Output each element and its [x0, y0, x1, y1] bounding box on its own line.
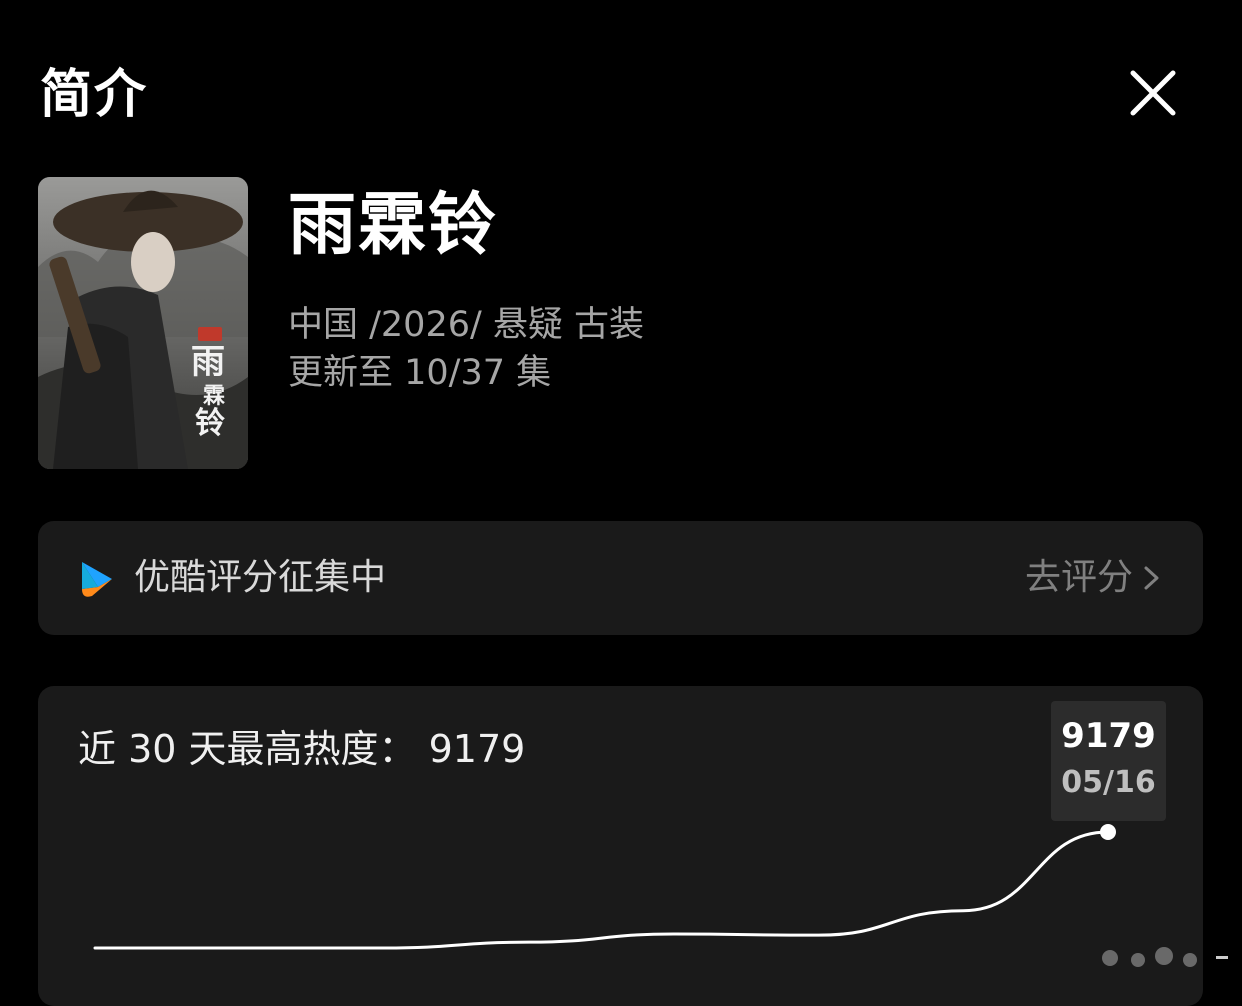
chart-tooltip: 9179 05/16	[1051, 701, 1166, 821]
show-title: 雨霖铃	[288, 186, 499, 265]
tooltip-date: 05/16	[1061, 765, 1156, 800]
chevron-right-icon	[1141, 560, 1163, 596]
show-meta-info: 中国 /2026/ 悬疑 古装	[288, 305, 645, 345]
poster-image[interactable]: 雨 霖 铃	[38, 177, 248, 469]
rating-card[interactable]: 优酷评分征集中 去评分	[38, 521, 1203, 635]
heat-card: 近 30 天最高热度： 9179 9179 05/16	[38, 686, 1203, 1006]
youku-logo-icon	[78, 559, 116, 599]
page-title: 简介	[40, 65, 149, 125]
close-button[interactable]	[1122, 62, 1184, 124]
watermark-icon	[1102, 947, 1228, 967]
poster-art: 雨 霖 铃	[38, 177, 248, 469]
rate-button[interactable]: 去评分	[1025, 551, 1163, 605]
poster-title-char-1: 雨	[191, 342, 225, 382]
tooltip-value: 9179	[1061, 716, 1156, 756]
heat-peak-point	[1100, 824, 1116, 840]
heat-series-line	[93, 830, 1110, 950]
heat-line-chart	[93, 824, 1116, 950]
episode-progress: 更新至 10/37 集	[288, 353, 552, 393]
poster-title-char-3: 铃	[195, 406, 225, 441]
close-icon	[1130, 70, 1176, 116]
rate-button-label: 去评分	[1024, 557, 1133, 598]
rating-status-label: 优酷评分征集中	[134, 557, 387, 598]
